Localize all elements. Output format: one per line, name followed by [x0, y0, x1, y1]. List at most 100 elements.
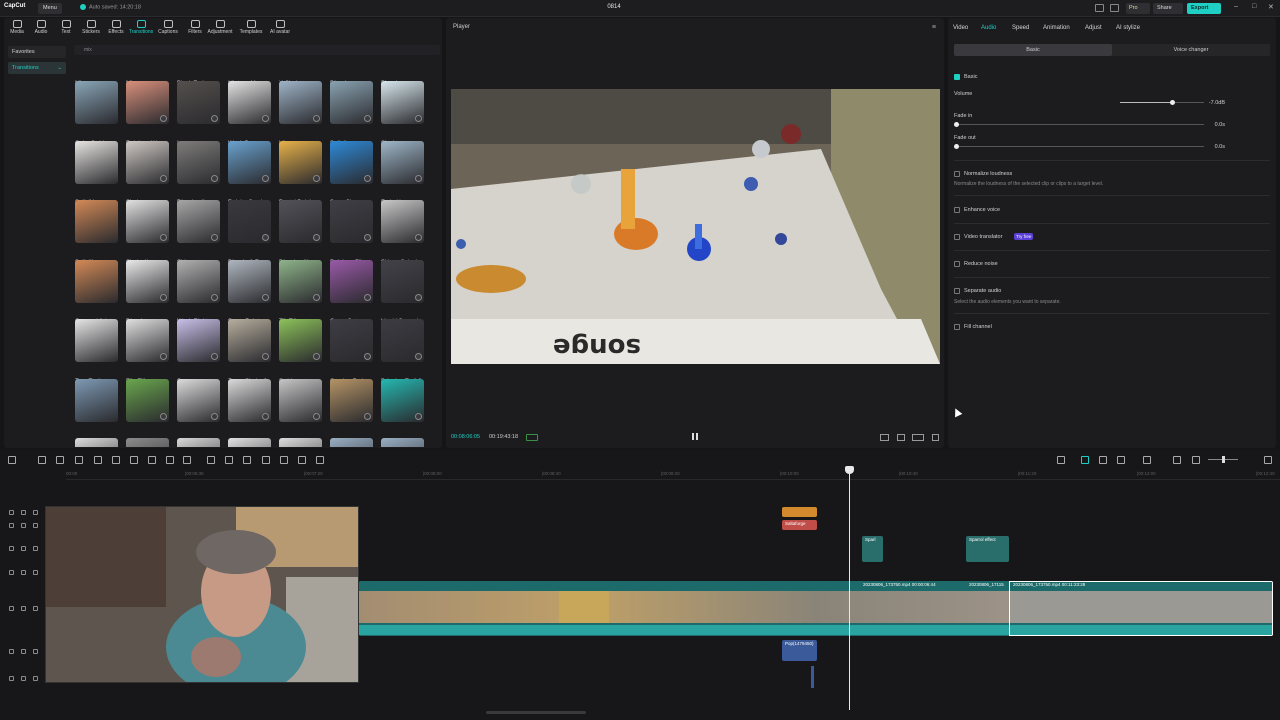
download-icon[interactable]: [211, 115, 218, 122]
clip-effect-2[interactable]: Sparrol effect: [966, 536, 1009, 562]
magnet-icon[interactable]: [1099, 456, 1107, 464]
download-icon[interactable]: [211, 293, 218, 301]
download-icon[interactable]: [313, 234, 320, 241]
export-button[interactable]: Export: [1187, 3, 1221, 14]
transition-item[interactable]: [75, 438, 118, 447]
eye-icon[interactable]: [33, 570, 38, 575]
track-type-icon[interactable]: [9, 649, 14, 654]
download-icon[interactable]: [160, 412, 167, 420]
fullscreen-icon[interactable]: [932, 434, 939, 441]
transition-thumbnail[interactable]: [126, 438, 169, 447]
track-type-icon[interactable]: [9, 523, 14, 528]
tab-ai-stylize[interactable]: AI stylize: [1116, 25, 1140, 31]
download-icon[interactable]: [211, 412, 218, 420]
layout-icon[interactable]: [1095, 4, 1104, 12]
fade-out-slider[interactable]: [954, 144, 1204, 149]
basic-checkbox[interactable]: [954, 74, 960, 80]
transition-item[interactable]: Overlap Fade: [330, 378, 373, 439]
transition-thumbnail[interactable]: [330, 438, 373, 447]
transition-thumbnail[interactable]: [177, 438, 220, 447]
toolbar-stickers[interactable]: Stickers: [78, 20, 104, 35]
reduce-noise-checkbox[interactable]: [954, 261, 960, 267]
zoom-out-icon[interactable]: [1192, 456, 1200, 464]
transition-thumbnail[interactable]: [75, 140, 118, 184]
lock-icon[interactable]: [21, 676, 26, 681]
transition-thumbnail[interactable]: [279, 378, 322, 422]
playhead-handle[interactable]: [845, 466, 854, 474]
transition-item[interactable]: Spray Paint: [228, 319, 271, 379]
transition-item[interactable]: Shake: [126, 200, 169, 260]
transition-item[interactable]: Slosh: [381, 140, 424, 201]
transition-thumbnail[interactable]: [279, 200, 322, 243]
transition-thumbnail[interactable]: [75, 438, 118, 447]
video-preview[interactable]: songe: [451, 89, 940, 364]
transition-item[interactable]: Swirl: [279, 378, 322, 439]
player-menu-icon[interactable]: ≡: [932, 24, 936, 31]
tab-audio[interactable]: Audio: [981, 25, 996, 31]
transition-thumbnail[interactable]: [279, 140, 322, 184]
split-icon[interactable]: [75, 456, 83, 464]
transition-thumbnail[interactable]: [126, 81, 169, 124]
transition-item[interactable]: [381, 438, 424, 447]
time-ruler[interactable]: 00:00 |00:06:35 |00:07:20 |00:08:00 |00:08:4…: [66, 470, 1280, 480]
transition-item[interactable]: Dissolve II: [177, 200, 220, 260]
download-icon[interactable]: [313, 353, 320, 360]
transition-item[interactable]: Wash Right: [177, 319, 220, 379]
download-icon[interactable]: [160, 353, 167, 360]
download-icon[interactable]: [415, 234, 422, 241]
transition-thumbnail[interactable]: [330, 319, 373, 362]
transition-item[interactable]: Grunge Violet: [75, 319, 118, 379]
fade-in-value[interactable]: 0.0s: [1203, 122, 1225, 128]
link-icon[interactable]: [1081, 456, 1089, 464]
sidebar-favorites[interactable]: Favorites: [8, 46, 66, 58]
transition-thumbnail[interactable]: [228, 140, 271, 184]
transition-thumbnail[interactable]: [330, 259, 373, 303]
lock-icon[interactable]: [21, 649, 26, 654]
lock-icon[interactable]: [21, 523, 26, 528]
timeline-scrollbar[interactable]: [486, 711, 586, 714]
transition-thumbnail[interactable]: [228, 378, 271, 422]
transition-thumbnail[interactable]: [177, 200, 220, 243]
pro-button[interactable]: Pro: [1126, 3, 1150, 14]
eye-icon[interactable]: [33, 546, 38, 551]
download-icon[interactable]: [160, 234, 167, 241]
lock-icon[interactable]: [21, 546, 26, 551]
transition-item[interactable]: X-Shake: [279, 81, 322, 141]
marker-icon[interactable]: [148, 456, 156, 464]
share-button[interactable]: Share: [1153, 3, 1183, 14]
mic-icon[interactable]: [1057, 456, 1065, 464]
playhead[interactable]: [849, 467, 850, 710]
transition-thumbnail[interactable]: [126, 378, 169, 422]
transition-item[interactable]: Split II: [330, 140, 373, 201]
clip-text-red[interactable]: Saltaforge: [782, 520, 817, 530]
track-type-icon[interactable]: [9, 606, 14, 611]
transition-item[interactable]: Shake II: [126, 259, 169, 320]
download-icon[interactable]: [364, 174, 371, 182]
webcam-overlay[interactable]: [45, 506, 359, 683]
transition-thumbnail[interactable]: [126, 259, 169, 303]
transition-thumbnail[interactable]: [381, 438, 424, 447]
transition-item[interactable]: Turn Turtle: [75, 378, 118, 439]
toolbar-text[interactable]: Text: [53, 20, 79, 35]
lock-icon[interactable]: [21, 510, 26, 515]
tab-animation[interactable]: Animation: [1043, 25, 1070, 31]
toolbar-ai-avatar[interactable]: AI avatar: [267, 20, 293, 35]
download-icon[interactable]: [211, 174, 218, 182]
transition-thumbnail[interactable]: [279, 319, 322, 362]
transition-item[interactable]: Drippin...Trail 2: [381, 378, 424, 439]
subtab-basic[interactable]: Basic: [954, 44, 1112, 56]
toolbar-templates[interactable]: Templates: [238, 20, 264, 35]
download-icon[interactable]: [313, 412, 320, 420]
toolbar-adjustment[interactable]: Adjustment: [207, 20, 233, 35]
transition-thumbnail[interactable]: [279, 438, 322, 447]
eye-icon[interactable]: [33, 676, 38, 681]
transition-item[interactable]: Mixtape Mess: [228, 81, 271, 141]
transition-item[interactable]: Cross Out: [330, 319, 373, 379]
download-icon[interactable]: [364, 115, 371, 122]
transition-item[interactable]: Rainbow Warp: [126, 140, 169, 201]
undo-icon[interactable]: [38, 456, 46, 464]
transition-item[interactable]: Dissolve: [330, 81, 373, 141]
transition-item[interactable]: [330, 438, 373, 447]
clip-sticker-gold[interactable]: [782, 507, 817, 517]
transition-item[interactable]: Wash Down: [228, 140, 271, 201]
